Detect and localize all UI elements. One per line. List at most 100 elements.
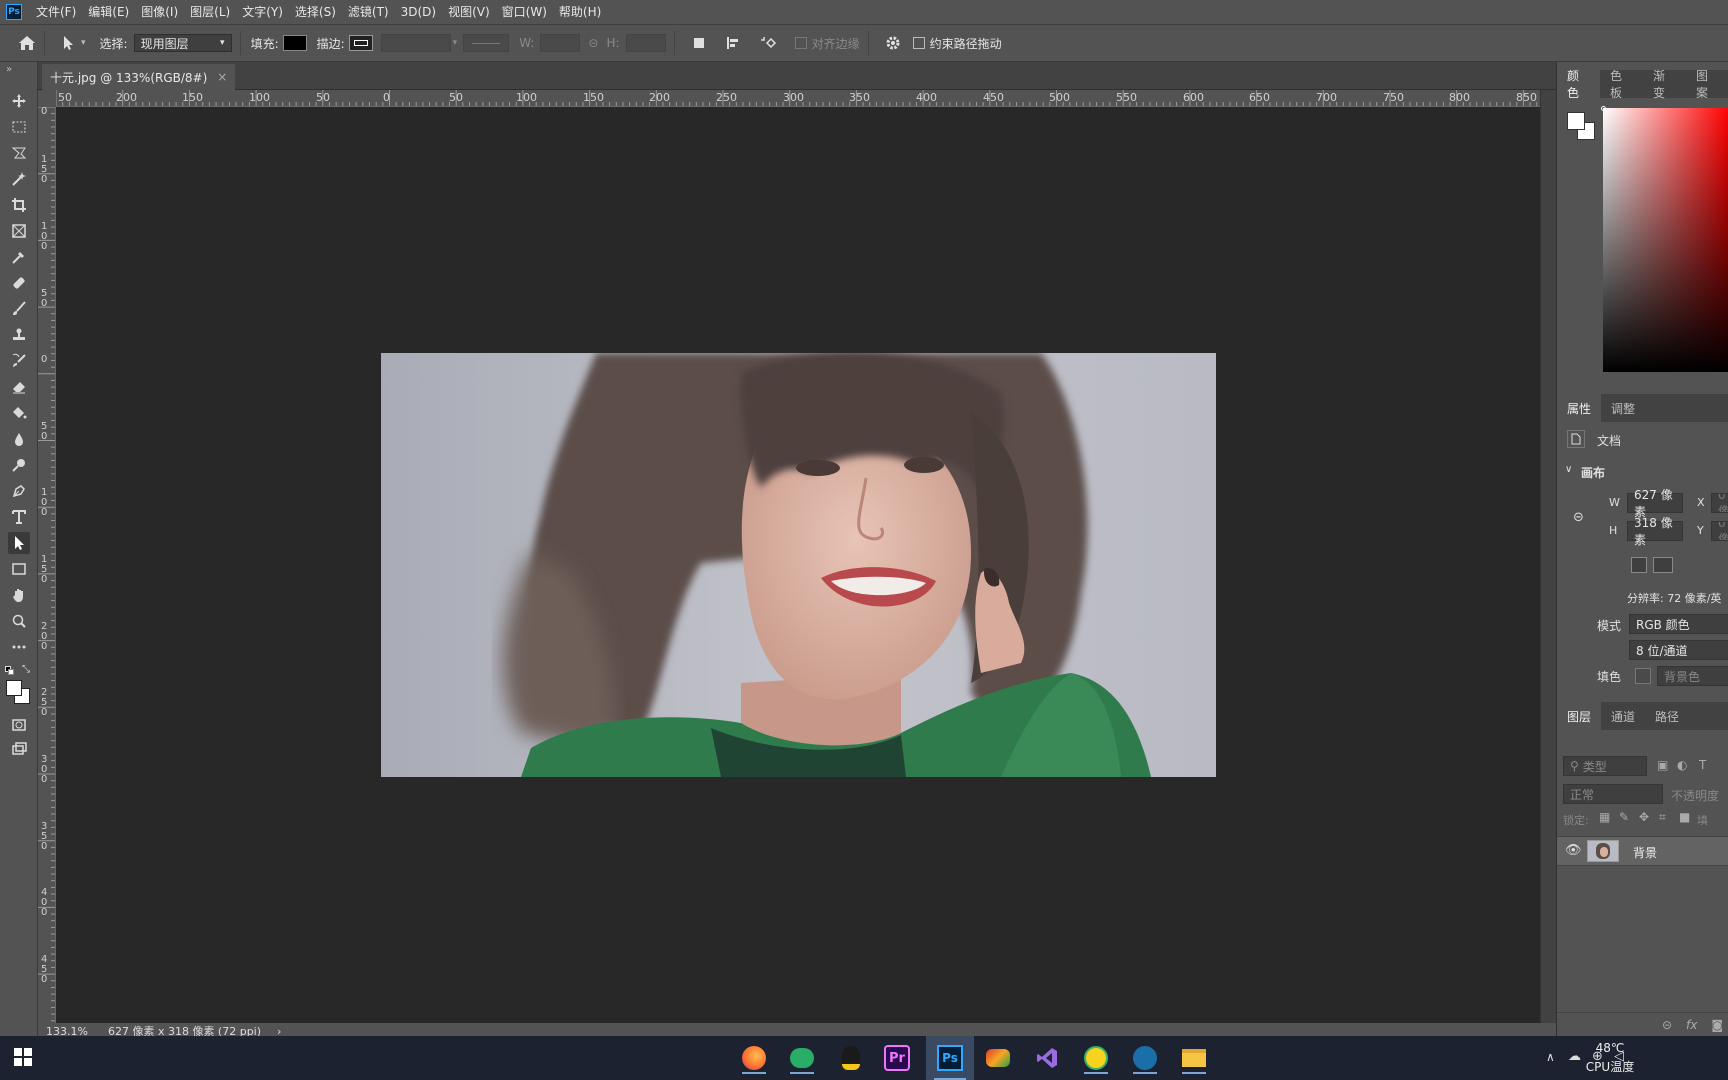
stroke-type-dropdown[interactable] <box>463 34 510 52</box>
link-layers-icon[interactable]: ⊝ <box>1662 1018 1672 1032</box>
menu-type[interactable]: 文字(Y) <box>236 0 289 24</box>
stroke-width-field[interactable] <box>380 34 451 52</box>
magic-wand-tool-icon[interactable] <box>8 168 30 190</box>
direct-select-tool-icon[interactable] <box>8 532 30 554</box>
rectangle-tool-icon[interactable] <box>8 558 30 580</box>
lock-brush-icon[interactable]: ✎ <box>1619 810 1629 824</box>
tab-swatches[interactable]: 色板 <box>1600 69 1643 100</box>
canvas-section-title[interactable]: 画布 <box>1581 464 1605 481</box>
layer-row[interactable]: 👁 背景 <box>1557 836 1728 866</box>
vertical-ruler[interactable]: 0 150 100 50 0 50 100 150 200 250 300 35… <box>38 107 56 1023</box>
canvas-height-field[interactable]: 318 像素 <box>1627 516 1683 547</box>
filter-pixel-icon[interactable]: ▣ <box>1657 758 1668 772</box>
close-icon[interactable]: × <box>217 70 227 84</box>
tab-channels[interactable]: 通道 <box>1601 702 1645 730</box>
menu-3d[interactable]: 3D(D) <box>395 0 442 24</box>
zoom-tool-icon[interactable] <box>8 610 30 632</box>
quick-mask-icon[interactable] <box>8 714 30 736</box>
blend-mode-dropdown[interactable]: 正常 <box>1563 784 1663 804</box>
bit-depth-dropdown[interactable]: 8 位/通道 <box>1629 640 1728 660</box>
path-alignment-icon[interactable] <box>725 35 741 51</box>
file-explorer-icon[interactable] <box>1178 1042 1210 1074</box>
document-image[interactable] <box>381 353 1216 777</box>
tray-expand-icon[interactable]: ∧ <box>1546 1050 1555 1064</box>
hand-tool-icon[interactable] <box>8 584 30 606</box>
menu-image[interactable]: 图像(I) <box>135 0 184 24</box>
photoshop-taskbar-icon[interactable]: Ps <box>926 1036 974 1080</box>
photoshop-logo-icon[interactable]: Ps <box>6 4 22 20</box>
menu-select[interactable]: 选择(S) <box>289 0 342 24</box>
screen-mode-icon[interactable] <box>8 738 30 760</box>
more-tools-icon[interactable] <box>8 636 30 658</box>
menu-view[interactable]: 视图(V) <box>442 0 496 24</box>
ruler-origin[interactable] <box>38 90 56 107</box>
qq-icon[interactable] <box>835 1042 867 1074</box>
tab-color[interactable]: 颜色 <box>1557 69 1600 100</box>
firefox-icon[interactable] <box>738 1042 770 1074</box>
dodge-tool-icon[interactable] <box>8 454 30 476</box>
menu-file[interactable]: 文件(F) <box>30 0 82 24</box>
menu-edit[interactable]: 编辑(E) <box>82 0 135 24</box>
path-arrangement-icon[interactable] <box>759 35 777 51</box>
color-swatches[interactable] <box>6 680 32 706</box>
home-icon[interactable] <box>18 35 36 51</box>
lock-artboard-icon[interactable]: ⌗ <box>1659 810 1666 825</box>
path-operations-icon[interactable] <box>691 35 707 51</box>
expand-icon[interactable]: » <box>6 64 12 75</box>
history-brush-tool-icon[interactable] <box>8 350 30 372</box>
document-tab[interactable]: 十元.jpg @ 133%(RGB/8#) × <box>42 64 236 90</box>
filter-type-icon[interactable]: T <box>1699 758 1706 772</box>
blur-tool-icon[interactable] <box>8 428 30 450</box>
healing-brush-tool-icon[interactable] <box>8 272 30 294</box>
color-picker-field[interactable] <box>1603 108 1728 372</box>
tab-properties[interactable]: 属性 <box>1557 394 1602 422</box>
fill-swatch[interactable] <box>282 35 307 51</box>
type-tool-icon[interactable] <box>8 506 30 528</box>
app-red-icon[interactable] <box>982 1042 1014 1074</box>
eyedropper-tool-icon[interactable] <box>8 246 30 268</box>
layer-filter-dropdown[interactable]: ⚲ 类型 <box>1563 756 1647 776</box>
fill-dropdown[interactable]: 背景色 <box>1657 666 1728 686</box>
music-app-icon[interactable] <box>1080 1042 1112 1074</box>
landscape-orientation-icon[interactable] <box>1653 557 1673 573</box>
premiere-icon[interactable]: Pr <box>884 1045 910 1071</box>
panel-color-swatches[interactable] <box>1567 112 1597 142</box>
chevron-down-icon[interactable]: ∨ <box>1565 464 1572 475</box>
swap-colors-icon[interactable]: ⤡ <box>22 664 30 675</box>
menu-filter[interactable]: 滤镜(T) <box>342 0 395 24</box>
filter-adjustment-icon[interactable]: ◐ <box>1677 758 1687 772</box>
lock-all-icon[interactable]: ■ <box>1679 810 1690 824</box>
fill-color-swatch[interactable] <box>1635 668 1651 684</box>
select-dropdown[interactable]: 现用图层 ▾ <box>133 34 232 52</box>
menu-help[interactable]: 帮助(H) <box>553 0 607 24</box>
stroke-swatch[interactable] <box>348 35 373 51</box>
gear-icon[interactable] <box>885 35 901 51</box>
link-icon[interactable]: ⊝ <box>1573 510 1584 525</box>
vertical-scrollbar[interactable] <box>1540 90 1556 1023</box>
tab-adjustments[interactable]: 调整 <box>1601 394 1645 422</box>
horizontal-ruler[interactable]: 50 200 150 100 50 0 50 100 150 200 250 3… <box>56 90 1540 107</box>
mode-dropdown[interactable]: RGB 颜色 <box>1629 614 1728 634</box>
tab-paths[interactable]: 路径 <box>1645 702 1689 730</box>
brush-tool-icon[interactable] <box>8 298 30 320</box>
eye-icon[interactable]: 👁 <box>1565 843 1582 858</box>
menu-layer[interactable]: 图层(L) <box>184 0 236 24</box>
visual-studio-icon[interactable] <box>1031 1042 1063 1074</box>
crop-tool-icon[interactable] <box>8 194 30 216</box>
eraser-tool-icon[interactable] <box>8 376 30 398</box>
lasso-tool-icon[interactable] <box>8 142 30 164</box>
stamp-tool-icon[interactable] <box>8 324 30 346</box>
constrain-path-checkbox[interactable] <box>912 37 925 49</box>
steam-icon[interactable] <box>1129 1042 1161 1074</box>
menu-window[interactable]: 窗口(W) <box>496 0 553 24</box>
pen-tool-icon[interactable] <box>8 480 30 502</box>
foreground-color-swatch[interactable] <box>6 680 22 696</box>
portrait-orientation-icon[interactable] <box>1631 557 1647 573</box>
tab-layers[interactable]: 图层 <box>1557 702 1602 730</box>
canvas-width-field[interactable]: 627 像素 <box>1627 488 1683 519</box>
align-edges-checkbox[interactable] <box>794 37 807 49</box>
layer-name[interactable]: 背景 <box>1633 844 1657 861</box>
wechat-icon[interactable] <box>786 1042 818 1074</box>
path-select-tool-icon[interactable]: ▾ <box>61 35 86 51</box>
frame-tool-icon[interactable] <box>8 220 30 242</box>
